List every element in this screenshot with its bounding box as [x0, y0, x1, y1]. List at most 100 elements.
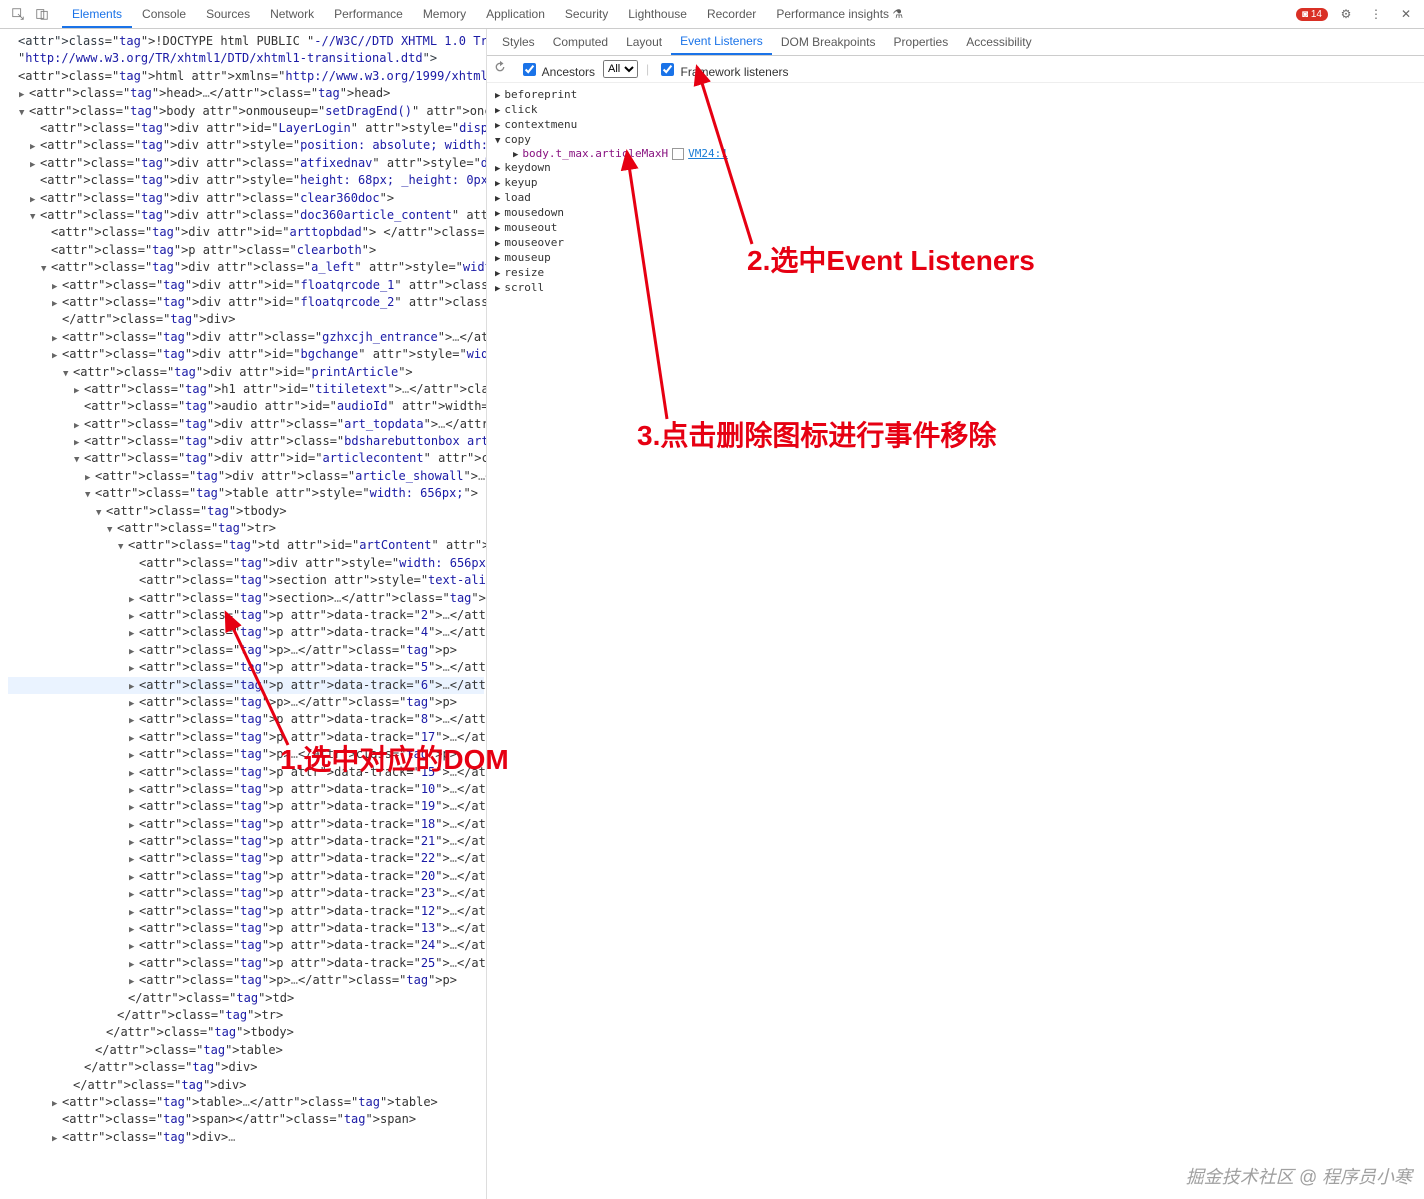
- dom-node[interactable]: ▶<attr">class="tag">div attr">class="art…: [8, 468, 484, 485]
- dom-node[interactable]: </attr">class="tag">table>: [8, 1042, 484, 1059]
- ancestors-checkbox[interactable]: Ancestors: [519, 60, 595, 79]
- tab-console[interactable]: Console: [132, 1, 196, 28]
- refresh-icon[interactable]: [493, 60, 511, 78]
- dom-node[interactable]: ▼<attr">class="tag">div attr">class="doc…: [8, 207, 484, 224]
- dom-node[interactable]: ▶<attr">class="tag">p attr">data-track="…: [8, 781, 484, 798]
- gear-icon[interactable]: ⚙: [1338, 6, 1354, 22]
- dom-node[interactable]: ▶<attr">class="tag">p attr">data-track="…: [8, 903, 484, 920]
- tab-application[interactable]: Application: [476, 1, 555, 28]
- dom-node[interactable]: ▶<attr">class="tag">p>…</attr">class="ta…: [8, 746, 484, 763]
- dom-node[interactable]: ▶<attr">class="tag">p attr">data-track="…: [8, 955, 484, 972]
- event-mouseout[interactable]: mouseout: [495, 220, 1416, 235]
- dom-node[interactable]: </attr">class="tag">div>: [8, 311, 484, 328]
- dom-node[interactable]: ▶<attr">class="tag">div attr">class="gzh…: [8, 329, 484, 346]
- subtab-event-listeners[interactable]: Event Listeners: [671, 29, 772, 55]
- event-contextmenu[interactable]: contextmenu: [495, 117, 1416, 132]
- dom-node[interactable]: </attr">class="tag">div>: [8, 1077, 484, 1094]
- event-keydown[interactable]: keydown: [495, 160, 1416, 175]
- scope-select[interactable]: All: [603, 60, 638, 78]
- dom-node[interactable]: <attr">class="tag">div attr">id="arttopb…: [8, 224, 484, 241]
- dom-node[interactable]: <attr">class="tag">div attr">style="heig…: [8, 172, 484, 189]
- subtab-properties[interactable]: Properties: [885, 30, 958, 54]
- dom-node[interactable]: ▶<attr">class="tag">div attr">id="bgchan…: [8, 346, 484, 363]
- dom-node[interactable]: ▶<attr">class="tag">p attr">data-track="…: [8, 711, 484, 728]
- dom-node[interactable]: <attr">class="tag">span></attr">class="t…: [8, 1111, 484, 1128]
- dom-node-selected[interactable]: ▶<attr">class="tag">p attr">data-track="…: [8, 677, 484, 694]
- dom-node[interactable]: ▶<attr">class="tag">p attr">data-track="…: [8, 729, 484, 746]
- dom-node[interactable]: ▼<attr">class="tag">div attr">class="a_l…: [8, 259, 484, 276]
- dom-node[interactable]: ▼<attr">class="tag">tr>: [8, 520, 484, 537]
- subtab-styles[interactable]: Styles: [493, 30, 544, 54]
- event-load[interactable]: load: [495, 190, 1416, 205]
- dom-node[interactable]: ▶<attr">class="tag">div attr">id="floatq…: [8, 277, 484, 294]
- dom-node[interactable]: ▶<attr">class="tag">p attr">data-track="…: [8, 920, 484, 937]
- dom-node[interactable]: </attr">class="tag">td>: [8, 990, 484, 1007]
- dom-node[interactable]: <attr">class="tag">p attr">class="clearb…: [8, 242, 484, 259]
- tab-lighthouse[interactable]: Lighthouse: [618, 1, 697, 28]
- dom-node[interactable]: ▶<attr">class="tag">p attr">data-track="…: [8, 850, 484, 867]
- dom-node[interactable]: ▶<attr">class="tag">p attr">data-track="…: [8, 624, 484, 641]
- dom-node[interactable]: ▼<attr">class="tag">table attr">style="w…: [8, 485, 484, 502]
- dom-node[interactable]: ▶<attr">class="tag">section>…</attr">cla…: [8, 590, 484, 607]
- dom-node[interactable]: ▶<attr">class="tag">p>…</attr">class="ta…: [8, 694, 484, 711]
- dom-node[interactable]: ▼<attr">class="tag">tbody>: [8, 503, 484, 520]
- event-mouseover[interactable]: mouseover: [495, 235, 1416, 250]
- dom-node[interactable]: </attr">class="tag">tr>: [8, 1007, 484, 1024]
- event-keyup[interactable]: keyup: [495, 175, 1416, 190]
- dom-node[interactable]: ▼<attr">class="tag">td attr">id="artCont…: [8, 537, 484, 554]
- dom-node[interactable]: ▶<attr">class="tag">p attr">data-track="…: [8, 659, 484, 676]
- dom-node[interactable]: ▶<attr">class="tag">p attr">data-track="…: [8, 764, 484, 781]
- dom-node[interactable]: ▶<attr">class="tag">table>…</attr">class…: [8, 1094, 484, 1111]
- dom-node[interactable]: ▶<attr">class="tag">div attr">class="bds…: [8, 433, 484, 450]
- inspect-icon[interactable]: [10, 6, 26, 22]
- dom-node[interactable]: ▶<attr">class="tag">p attr">data-track="…: [8, 833, 484, 850]
- error-count-badge[interactable]: ◙ 14: [1296, 8, 1328, 21]
- dom-node[interactable]: <attr">class="tag">section attr">style="…: [8, 572, 484, 589]
- remove-listener-icon[interactable]: [672, 148, 684, 160]
- dom-node[interactable]: "http://www.w3.org/TR/xhtml1/DTD/xhtml1-…: [8, 50, 484, 67]
- dom-node[interactable]: </attr">class="tag">tbody>: [8, 1024, 484, 1041]
- dom-node[interactable]: ▶<attr">class="tag">div>…: [8, 1129, 484, 1146]
- subtab-layout[interactable]: Layout: [617, 30, 671, 54]
- dom-node[interactable]: ▼<attr">class="tag">div attr">id="printA…: [8, 364, 484, 381]
- dom-node[interactable]: ▼<attr">class="tag">body attr">onmouseup…: [8, 103, 484, 120]
- dom-node[interactable]: ▶<attr">class="tag">p>…</attr">class="ta…: [8, 972, 484, 989]
- dom-node[interactable]: ▶<attr">class="tag">div attr">class="art…: [8, 416, 484, 433]
- dom-node[interactable]: <attr">class="tag">div attr">id="LayerLo…: [8, 120, 484, 137]
- dom-node[interactable]: ▶<attr">class="tag">p attr">data-track="…: [8, 816, 484, 833]
- tab-performance[interactable]: Performance: [324, 1, 413, 28]
- tab-memory[interactable]: Memory: [413, 1, 476, 28]
- dom-node[interactable]: <attr">class="tag">html attr">xmlns="htt…: [8, 68, 484, 86]
- tab-security[interactable]: Security: [555, 1, 618, 28]
- device-icon[interactable]: [34, 6, 50, 22]
- event-click[interactable]: click: [495, 102, 1416, 117]
- dom-node[interactable]: </attr">class="tag">div>: [8, 1059, 484, 1076]
- event-resize[interactable]: resize: [495, 265, 1416, 280]
- subtab-dom-breakpoints[interactable]: DOM Breakpoints: [772, 30, 885, 54]
- listener-source-link[interactable]: VM24:1: [688, 147, 728, 160]
- framework-checkbox[interactable]: Framework listeners: [657, 60, 788, 79]
- dom-node[interactable]: ▶<attr">class="tag">p attr">data-track="…: [8, 798, 484, 815]
- dom-tree-panel[interactable]: <attr">class="tag">!DOCTYPE html PUBLIC …: [0, 29, 487, 1199]
- event-copy[interactable]: copy: [495, 132, 1416, 147]
- dom-node[interactable]: <attr">class="tag">div attr">style="widt…: [8, 555, 484, 572]
- tab-sources[interactable]: Sources: [196, 1, 260, 28]
- tab-recorder[interactable]: Recorder: [697, 1, 766, 28]
- dom-node[interactable]: ▶<attr">class="tag">div attr">style="pos…: [8, 137, 484, 154]
- event-mouseup[interactable]: mouseup: [495, 250, 1416, 265]
- dom-node[interactable]: ▶<attr">class="tag">p attr">data-track="…: [8, 607, 484, 624]
- kebab-icon[interactable]: ⋮: [1368, 6, 1384, 22]
- dom-node[interactable]: ▶<attr">class="tag">p attr">data-track="…: [8, 937, 484, 954]
- subtab-accessibility[interactable]: Accessibility: [957, 30, 1040, 54]
- event-beforeprint[interactable]: beforeprint: [495, 87, 1416, 102]
- tab-elements[interactable]: Elements: [62, 1, 132, 28]
- dom-node[interactable]: <attr">class="tag">audio attr">id="audio…: [8, 398, 484, 415]
- dom-node[interactable]: ▼<attr">class="tag">div attr">id="articl…: [8, 450, 484, 467]
- event-mousedown[interactable]: mousedown: [495, 205, 1416, 220]
- dom-node[interactable]: <attr">class="tag">!DOCTYPE html PUBLIC …: [8, 33, 484, 50]
- event-listener-entry[interactable]: body.t_max.articleMaxHVM24:1: [513, 147, 1416, 160]
- dom-node[interactable]: ▶<attr">class="tag">head>…</attr">class=…: [8, 85, 484, 102]
- close-icon[interactable]: ✕: [1398, 6, 1414, 22]
- dom-node[interactable]: ▶<attr">class="tag">div attr">class="atf…: [8, 155, 484, 172]
- subtab-computed[interactable]: Computed: [544, 30, 617, 54]
